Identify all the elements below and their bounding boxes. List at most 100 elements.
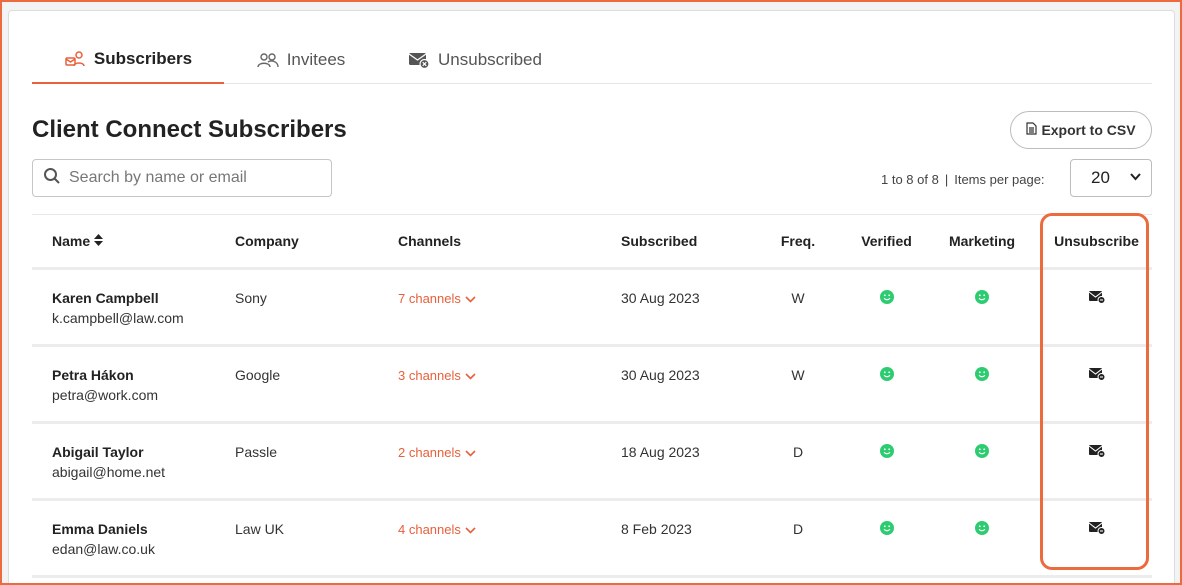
cell-channels: 7 channels xyxy=(398,290,621,306)
channels-label: 2 channels xyxy=(398,445,461,460)
mail-unsubscribe-icon xyxy=(1088,522,1106,538)
cell-channels: 3 channels xyxy=(398,367,621,383)
chevron-down-icon xyxy=(465,445,476,460)
cell-company: Google xyxy=(235,367,281,383)
tab-label: Invitees xyxy=(286,50,346,69)
subscribers-card: Subscribers Invitees Unsubscribed Client… xyxy=(8,10,1175,585)
verified-smile-icon xyxy=(879,367,894,384)
cell-subscribed: 18 Aug 2023 xyxy=(621,444,700,460)
cell-marketing xyxy=(923,521,1041,538)
unsubscribe-button[interactable] xyxy=(1088,444,1106,461)
unsubscribe-button[interactable] xyxy=(1088,367,1106,384)
cell-freq: W xyxy=(791,367,805,383)
cell-subscribed: 30 Aug 2023 xyxy=(621,367,700,383)
tab-bar: Subscribers Invitees Unsubscribed xyxy=(32,36,1152,84)
items-per-page-label: Items per page: xyxy=(954,172,1045,187)
cell-company: Passle xyxy=(235,444,278,460)
table-row: Petra Hákon petra@work.com Google 3 chan… xyxy=(32,347,1152,424)
subscriber-email: petra@work.com xyxy=(52,387,159,403)
table-row: Karen Campbell k.campbell@law.com Sony 7… xyxy=(32,270,1152,347)
marketing-smile-icon xyxy=(975,290,989,307)
cell-marketing xyxy=(923,367,1041,384)
search-box xyxy=(32,159,332,197)
tab-label: Unsubscribed xyxy=(438,50,542,69)
subscriber-name: Karen Campbell xyxy=(52,290,159,306)
cell-verified xyxy=(850,521,923,538)
header-subscribed: Subscribed xyxy=(621,233,698,249)
cell-freq: D xyxy=(792,521,804,537)
header-name[interactable]: Name xyxy=(32,233,235,249)
marketing-smile-icon xyxy=(975,444,989,461)
subscriber-name: Emma Daniels xyxy=(52,521,148,537)
header-marketing: Marketing xyxy=(948,233,1016,249)
mail-unsubscribe-icon xyxy=(1088,368,1106,384)
search-icon xyxy=(43,167,61,190)
marketing-smile-icon xyxy=(975,521,989,538)
cell-name: Karen Campbell k.campbell@law.com xyxy=(32,290,235,326)
cell-name: Abigail Taylor abigail@home.net xyxy=(32,444,235,480)
tab-unsubscribed[interactable]: Unsubscribed xyxy=(378,36,572,84)
items-per-page-select[interactable]: 20 xyxy=(1070,159,1152,197)
cell-verified xyxy=(850,444,923,461)
header-verified: Verified xyxy=(861,233,912,249)
header-company: Company xyxy=(235,233,299,249)
pagination-range: 1 to 8 of 8 xyxy=(881,172,939,187)
cell-channels: 4 channels xyxy=(398,521,621,537)
table-row: Emma Daniels edan@law.co.uk Law UK 4 cha… xyxy=(32,501,1152,578)
cell-freq: D xyxy=(792,444,804,460)
cell-unsubscribe xyxy=(1041,521,1152,538)
header-unsubscribe: Unsubscribe xyxy=(1054,233,1139,249)
document-icon xyxy=(1026,122,1038,138)
items-per-page-value: 20 xyxy=(1091,168,1110,187)
subscribers-table: Name Company Channels Subscribed Freq. V… xyxy=(32,214,1152,578)
channels-dropdown[interactable]: 3 channels xyxy=(398,368,476,383)
verified-smile-icon xyxy=(879,521,894,538)
search-input[interactable] xyxy=(69,169,309,187)
pagination-separator: | xyxy=(944,172,949,187)
chevron-down-icon xyxy=(465,291,476,306)
header-channels: Channels xyxy=(398,233,462,249)
channels-dropdown[interactable]: 2 channels xyxy=(398,445,476,460)
subscriber-email: edan@law.co.uk xyxy=(52,541,155,557)
mail-unsubscribe-icon xyxy=(1088,291,1106,307)
tab-label: Subscribers xyxy=(93,49,193,68)
subscriber-name: Abigail Taylor xyxy=(52,444,144,460)
cell-unsubscribe xyxy=(1041,290,1152,307)
cell-subscribed: 8 Feb 2023 xyxy=(621,521,692,537)
channels-label: 7 channels xyxy=(398,291,461,306)
channels-dropdown[interactable]: 4 channels xyxy=(398,522,476,537)
cell-subscribed: 30 Aug 2023 xyxy=(621,290,700,306)
chevron-down-icon xyxy=(465,522,476,537)
unsubscribe-button[interactable] xyxy=(1088,290,1106,307)
users-icon xyxy=(257,51,279,69)
table-header: Name Company Channels Subscribed Freq. V… xyxy=(32,215,1152,270)
cell-name: Petra Hákon petra@work.com xyxy=(32,367,235,403)
subscribers-icon xyxy=(64,50,86,68)
cell-name: Emma Daniels edan@law.co.uk xyxy=(32,521,235,557)
subscriber-email: abigail@home.net xyxy=(52,464,166,480)
channels-label: 4 channels xyxy=(398,522,461,537)
marketing-smile-icon xyxy=(975,367,989,384)
mail-x-icon xyxy=(408,51,430,69)
pagination-info: 1 to 8 of 8 | Items per page: xyxy=(881,172,1045,187)
cell-company: Law UK xyxy=(235,521,285,537)
cell-unsubscribe xyxy=(1041,367,1152,384)
cell-marketing xyxy=(923,444,1041,461)
cell-company: Sony xyxy=(235,290,267,306)
cell-verified xyxy=(850,290,923,307)
unsubscribe-button[interactable] xyxy=(1088,521,1106,538)
mail-unsubscribe-icon xyxy=(1088,445,1106,461)
verified-smile-icon xyxy=(879,290,894,307)
cell-freq: W xyxy=(791,290,805,306)
table-row: Abigail Taylor abigail@home.net Passle 2… xyxy=(32,424,1152,501)
cell-verified xyxy=(850,367,923,384)
verified-smile-icon xyxy=(879,444,894,461)
channels-dropdown[interactable]: 7 channels xyxy=(398,291,476,306)
chevron-down-icon xyxy=(465,368,476,383)
page-title: Client Connect Subscribers xyxy=(32,116,347,143)
export-csv-button[interactable]: Export to CSV xyxy=(1010,111,1152,149)
subscriber-name: Petra Hákon xyxy=(52,367,134,383)
tab-invitees[interactable]: Invitees xyxy=(224,36,378,84)
tab-subscribers[interactable]: Subscribers xyxy=(32,36,224,84)
export-csv-label: Export to CSV xyxy=(1041,122,1136,138)
